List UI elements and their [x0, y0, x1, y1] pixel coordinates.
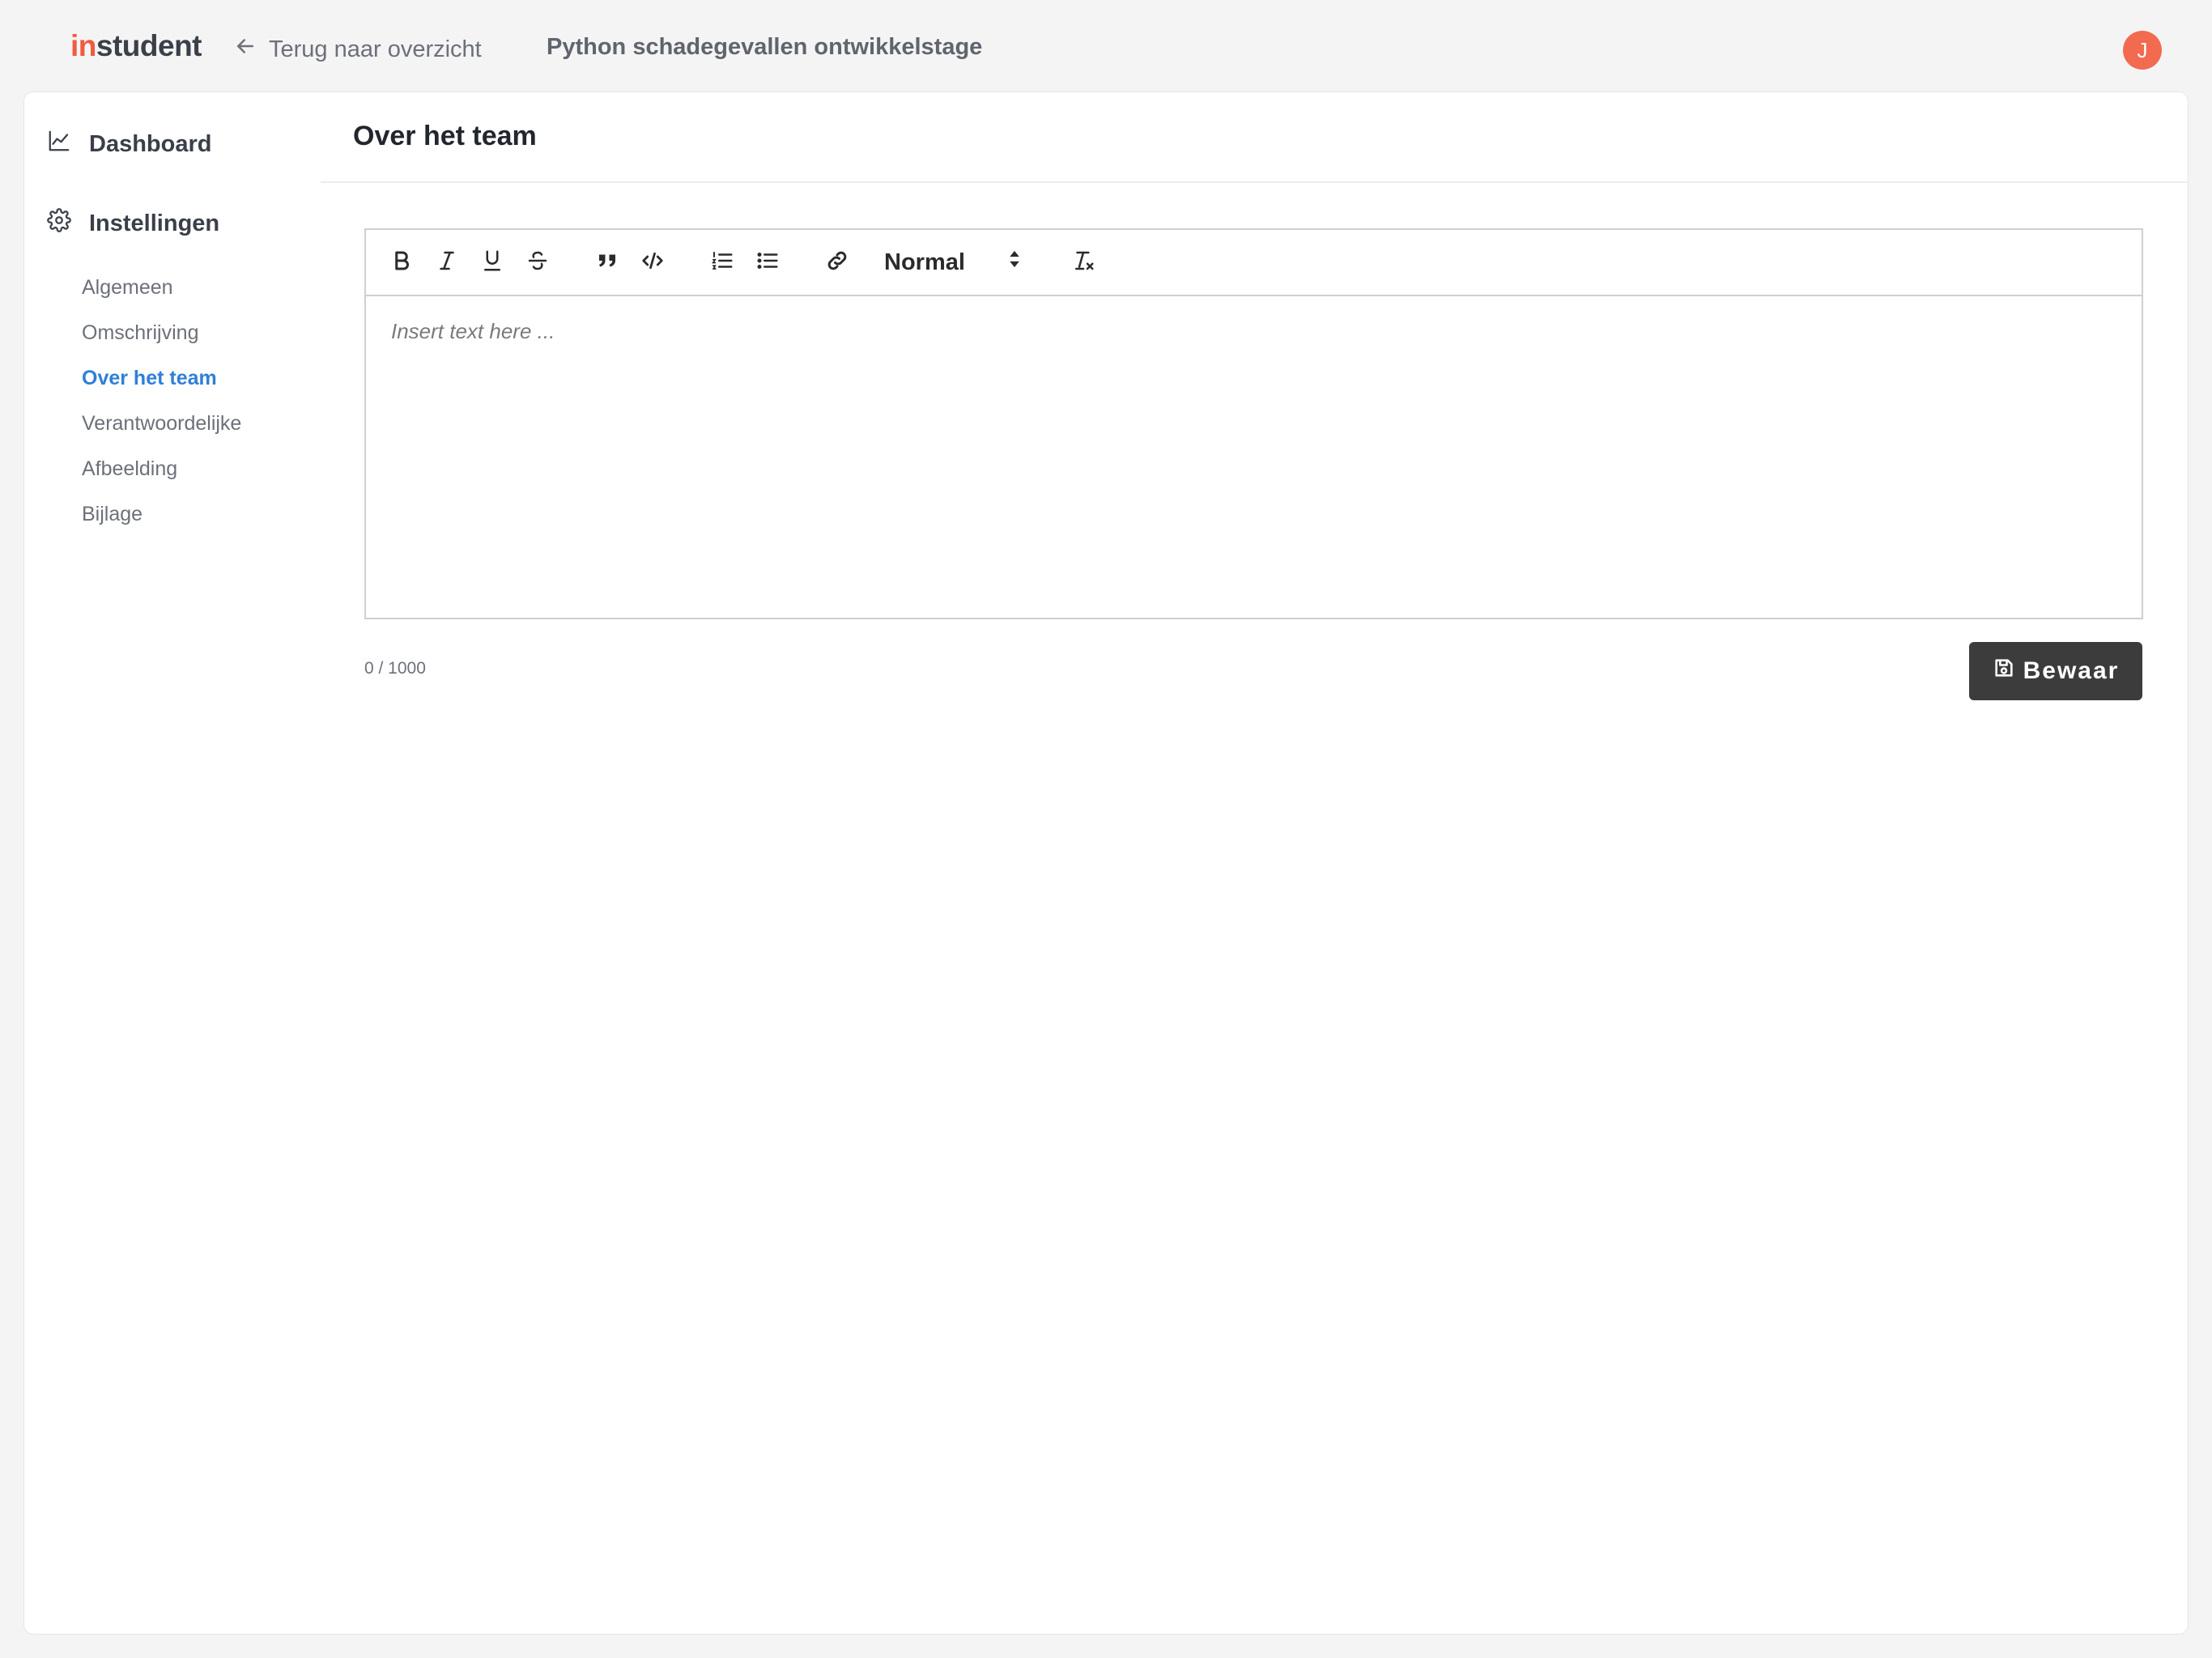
chart-line-icon	[47, 129, 71, 159]
code-block-button[interactable]	[636, 246, 669, 278]
text-format-select[interactable]: Normal	[884, 246, 1022, 278]
quote-icon	[595, 249, 619, 277]
bold-button[interactable]	[385, 246, 418, 278]
underline-button[interactable]	[476, 246, 508, 278]
user-avatar[interactable]: J	[2123, 31, 2162, 70]
link-button[interactable]	[821, 246, 853, 278]
back-to-overview-link[interactable]: Terug naar overzicht	[233, 34, 482, 65]
sidebar-item-settings[interactable]: Instellingen	[47, 208, 219, 239]
subnav-item-algemeen[interactable]: Algemeen	[82, 265, 241, 310]
clear-format-button[interactable]	[1067, 246, 1100, 278]
instudent-logo[interactable]: instudent	[70, 29, 202, 63]
strikethrough-icon	[525, 249, 550, 277]
code-icon	[640, 249, 665, 277]
subnav-item-afbeelding[interactable]: Afbeelding	[82, 446, 241, 491]
italic-icon	[435, 249, 459, 277]
sidebar-item-label: Instellingen	[89, 210, 220, 236]
editor-toolbar: Normal	[366, 230, 2142, 296]
underline-icon	[480, 249, 504, 277]
save-button[interactable]: Bewaar	[1969, 642, 2142, 700]
project-title: Python schadegevallen ontwikkelstage	[547, 34, 983, 60]
character-counter: 0 / 1000	[364, 659, 426, 678]
rich-text-editor: Normal Insert text here ...	[364, 228, 2143, 619]
ordered-list-button[interactable]	[706, 246, 738, 278]
italic-button[interactable]	[431, 246, 463, 278]
sort-arrows-icon	[1007, 249, 1022, 276]
save-button-label: Bewaar	[2023, 657, 2120, 684]
ordered-list-icon	[710, 249, 734, 277]
page-title: Over het team	[353, 121, 537, 151]
sidebar-item-label: Dashboard	[89, 130, 212, 157]
clear-format-icon	[1071, 249, 1095, 277]
format-select-value: Normal	[884, 249, 965, 275]
logo-prefix: in	[70, 29, 96, 62]
logo-suffix: student	[96, 29, 202, 62]
back-link-label: Terug naar overzicht	[269, 36, 482, 62]
subnav-item-omschrijving[interactable]: Omschrijving	[82, 310, 241, 355]
sidebar-item-dashboard[interactable]: Dashboard	[47, 129, 211, 159]
sidebar: Dashboard Instellingen Algemeen Omschrij…	[24, 92, 321, 1634]
subnav-item-bijlage[interactable]: Bijlage	[82, 491, 241, 537]
content-header: Over het team	[321, 92, 2188, 183]
blockquote-button[interactable]	[591, 246, 623, 278]
bullet-list-button[interactable]	[751, 246, 784, 278]
settings-subnav: Algemeen Omschrijving Over het team Vera…	[82, 265, 241, 537]
subnav-item-verantwoordelijke[interactable]: Verantwoordelijke	[82, 401, 241, 446]
editor-placeholder: Insert text here ...	[391, 319, 555, 343]
top-bar: instudent Terug naar overzicht Python sc…	[0, 0, 2212, 91]
subnav-item-over-het-team[interactable]: Over het team	[82, 355, 241, 401]
gear-icon	[47, 208, 71, 239]
editor-text-area[interactable]: Insert text here ...	[366, 296, 2142, 618]
bold-icon	[389, 249, 414, 277]
link-icon	[825, 249, 849, 277]
strikethrough-button[interactable]	[521, 246, 554, 278]
main-card: Dashboard Instellingen Algemeen Omschrij…	[23, 91, 2189, 1635]
arrow-left-icon	[233, 34, 257, 65]
floppy-disk-icon	[1993, 657, 2015, 686]
bullet-list-icon	[755, 249, 780, 277]
